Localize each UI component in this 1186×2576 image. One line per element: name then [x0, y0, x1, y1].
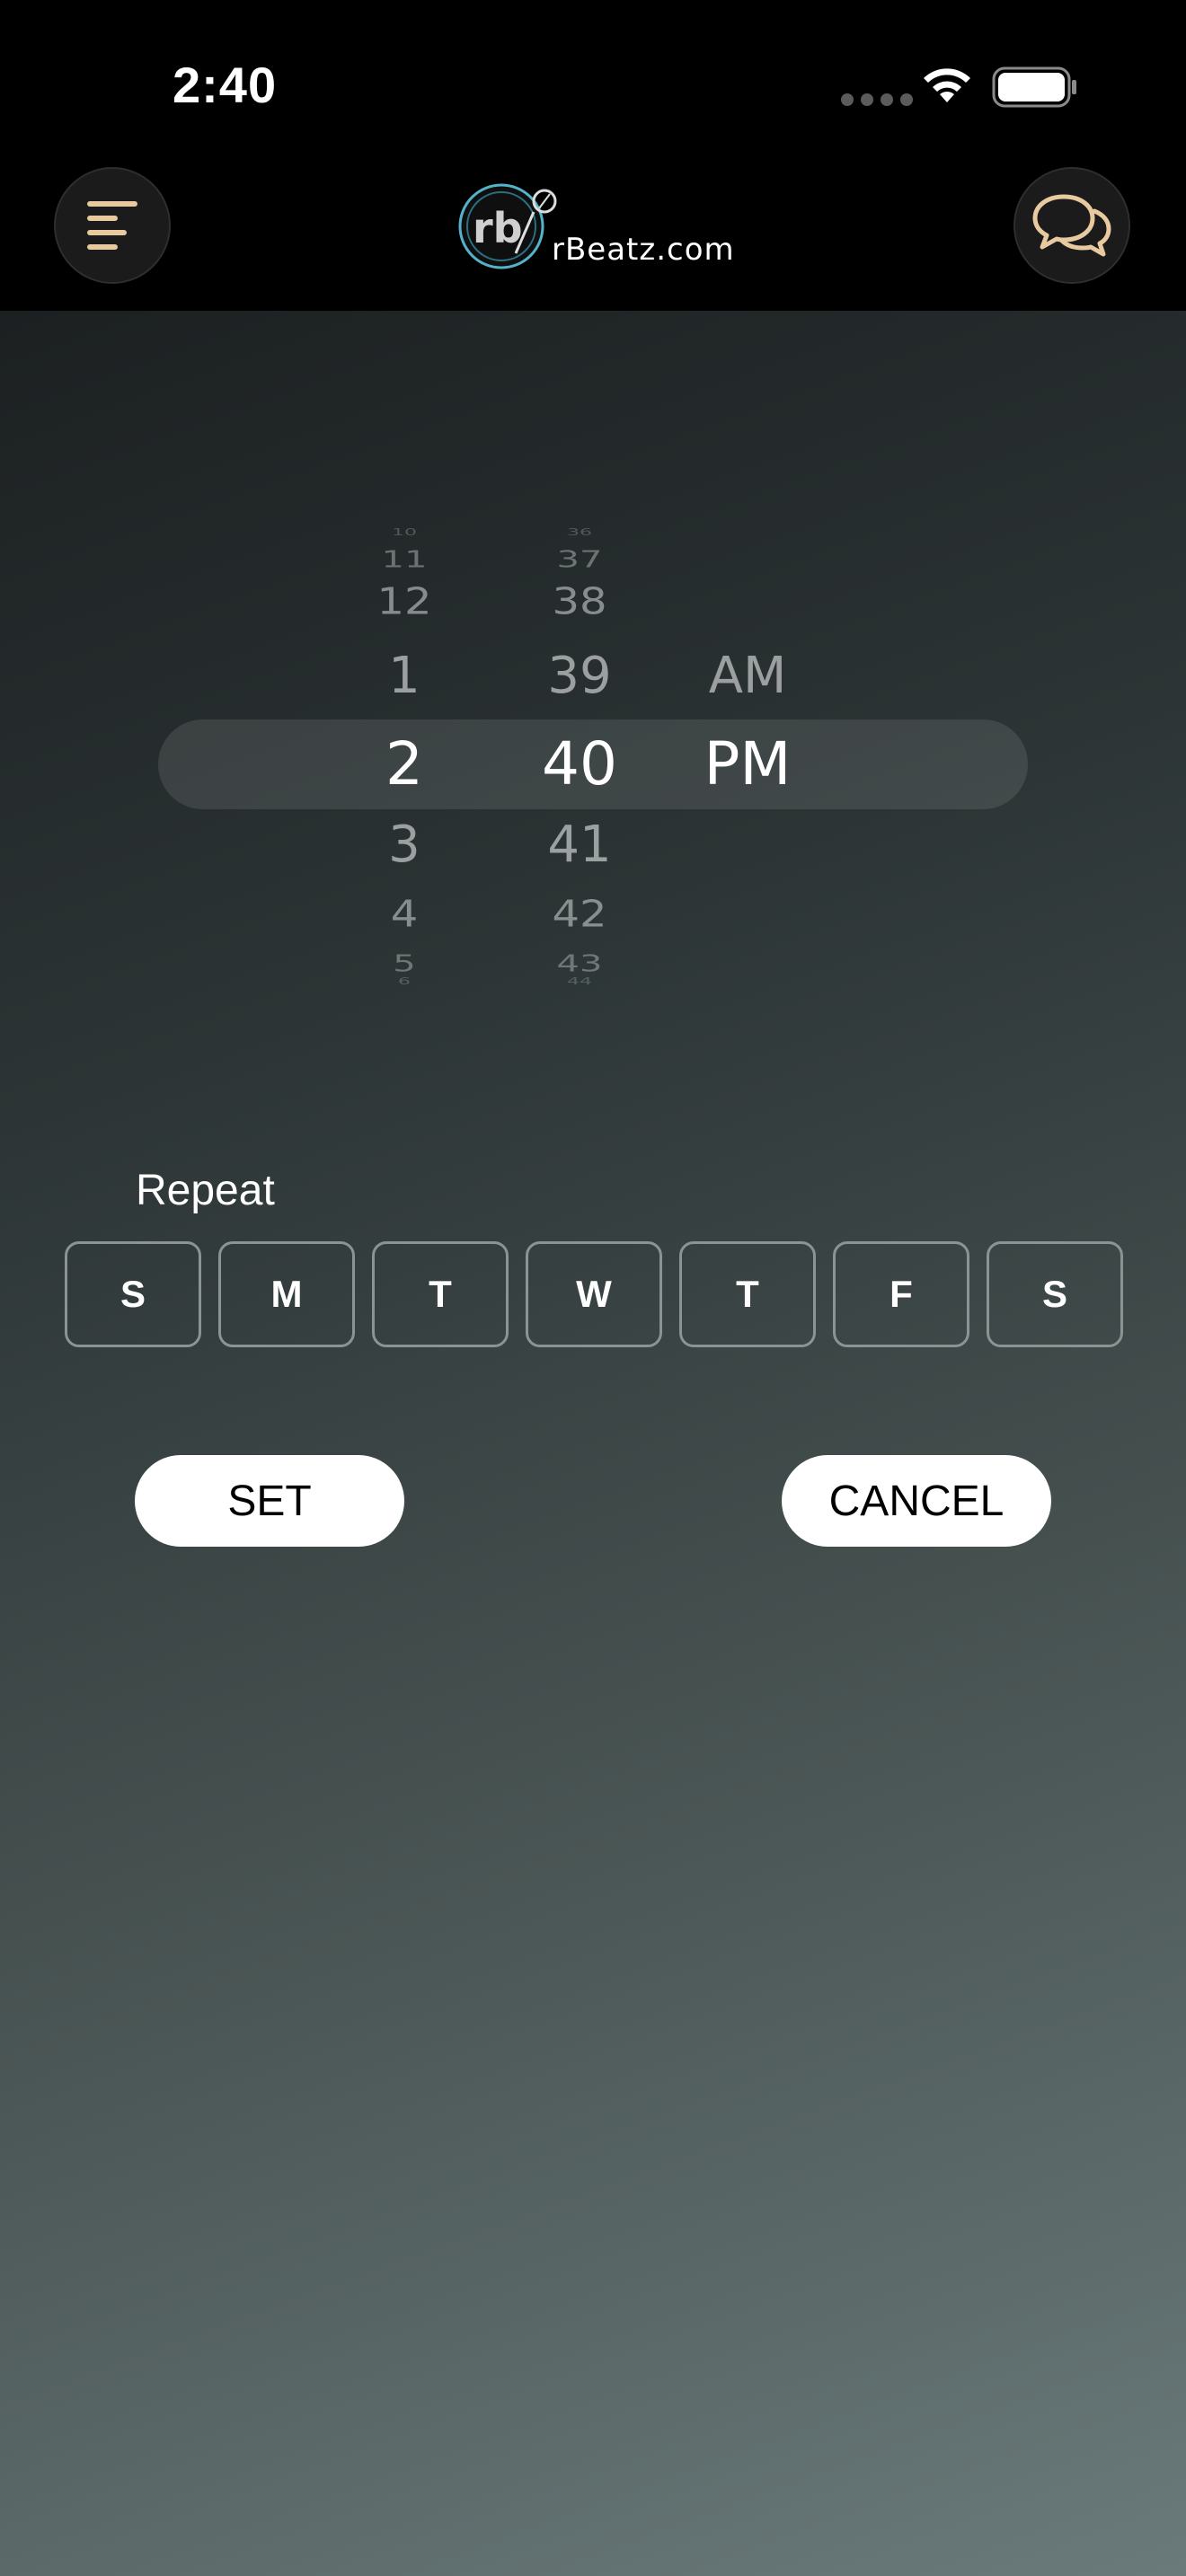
- battery-icon: [992, 66, 1076, 108]
- picker-item-selected: PM: [704, 729, 792, 798]
- picker-item: 6: [398, 975, 411, 987]
- picker-item: 38: [552, 580, 607, 623]
- set-button[interactable]: SET: [135, 1455, 404, 1547]
- picker-item: 42: [552, 893, 607, 936]
- chat-button[interactable]: [1013, 167, 1130, 284]
- picker-item: 5: [393, 950, 416, 977]
- menu-button[interactable]: [54, 167, 171, 284]
- day-toggle-wednesday[interactable]: W: [526, 1241, 662, 1347]
- picker-item: 37: [556, 546, 603, 573]
- chat-bubbles-icon: [1032, 194, 1111, 257]
- picker-item: 12: [376, 580, 432, 623]
- day-toggle-monday[interactable]: M: [218, 1241, 355, 1347]
- picker-item-selected: 2: [385, 729, 423, 798]
- day-toggle-saturday[interactable]: S: [987, 1241, 1123, 1347]
- picker-item: 39: [547, 647, 612, 705]
- cellular-signal-icon: [841, 93, 913, 106]
- picker-item: 11: [381, 546, 428, 573]
- picker-item: 43: [556, 950, 603, 977]
- day-toggle-tuesday[interactable]: T: [372, 1241, 509, 1347]
- menu-icon: [87, 201, 137, 250]
- picker-item: 36: [567, 526, 592, 538]
- wifi-icon: [924, 68, 970, 102]
- picker-item-selected: 40: [542, 729, 617, 798]
- picker-item: 3: [388, 816, 420, 874]
- day-toggle-friday[interactable]: F: [833, 1241, 969, 1347]
- day-toggle-thursday[interactable]: T: [679, 1241, 816, 1347]
- rbeatz-logo: rb rBeatz.com: [453, 176, 740, 275]
- repeat-label: Repeat: [136, 1167, 275, 1214]
- picker-item: 4: [390, 893, 419, 936]
- logo-text: rBeatz.com: [552, 232, 735, 268]
- picker-item: 44: [567, 975, 592, 987]
- svg-text:rb: rb: [473, 204, 523, 252]
- status-bar: 2:40: [0, 0, 1186, 153]
- day-toggle-sunday[interactable]: S: [65, 1241, 201, 1347]
- picker-item: 41: [547, 816, 612, 874]
- status-time: 2:40: [173, 57, 278, 113]
- cancel-button[interactable]: CANCEL: [782, 1455, 1051, 1547]
- picker-item: AM: [708, 647, 787, 705]
- picker-item: 1: [388, 647, 420, 705]
- picker-item: 10: [392, 526, 417, 538]
